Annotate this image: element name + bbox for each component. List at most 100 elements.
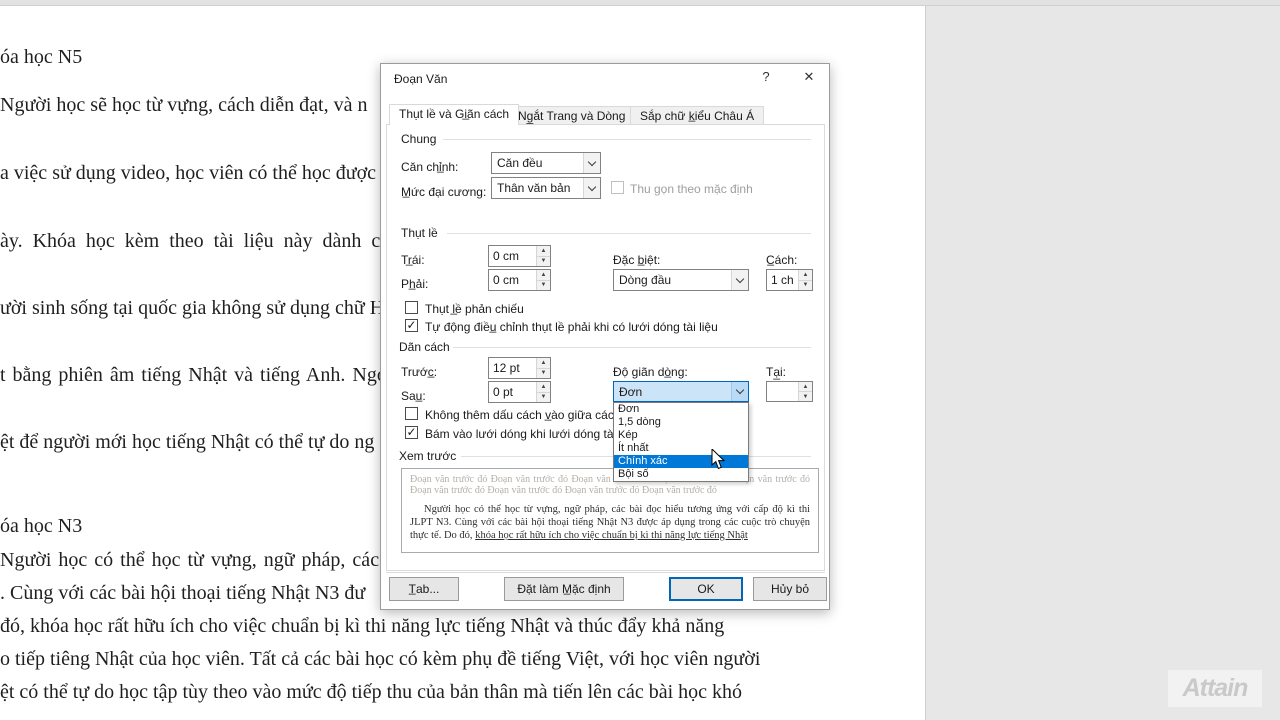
spacing-after-label: Sau̲:	[401, 389, 426, 403]
chevron-down-icon[interactable]	[731, 270, 748, 290]
collapsed-by-default-checkbox	[611, 181, 624, 194]
doc-line: đó, khóa học rất hữu ích cho việc chuẩn …	[0, 615, 724, 638]
group-divider	[443, 139, 811, 140]
outline-level-label: M̲ức đại cương:	[401, 185, 486, 199]
by-label: C̲ách:	[766, 253, 797, 267]
indent-left-label: Tr̲ái:	[401, 253, 425, 267]
spacing-before-spinner[interactable]: 12 pt ▲▼	[488, 357, 551, 379]
spinner-arrows[interactable]: ▲▼	[798, 382, 812, 401]
doc-line: ày. Khóa học kèm theo tài liệu này dành …	[0, 230, 400, 253]
preview-previous-text: Đoạn văn trước đó Đoạn văn trước đó Đoạn…	[410, 474, 810, 496]
chevron-down-icon[interactable]	[583, 153, 600, 173]
auto-adjust-checkbox[interactable]	[405, 319, 418, 332]
chevron-down-icon[interactable]	[731, 382, 748, 401]
mirror-indents-label[interactable]: Thụt l̲ề phản chiếu	[425, 302, 524, 316]
spin-up-icon[interactable]: ▲	[537, 270, 550, 281]
spinner-arrows[interactable]: ▲▼	[536, 270, 550, 290]
spacing-after-spinner[interactable]: 0 pt ▲▼	[488, 381, 551, 403]
screen: óa học N5 Người học sẽ học từ vựng, cách…	[0, 0, 1280, 720]
spacing-before-label: Trước̲:	[401, 365, 437, 379]
spin-up-icon[interactable]: ▲	[537, 382, 550, 393]
doc-line: t bằng phiên âm tiếng Nhật và tiếng Anh.…	[0, 364, 387, 387]
doc-line: óa học N5	[0, 46, 82, 69]
dialog-title: Đoạn Văn	[394, 72, 447, 86]
group-preview-caption: Xem trước	[399, 449, 456, 463]
spin-down-icon[interactable]: ▼	[537, 393, 550, 403]
cancel-button[interactable]: Hủy bỏ	[753, 577, 827, 601]
preview-current-text: Người học có thể học từ vựng, ngữ pháp, …	[410, 503, 810, 542]
doc-line: óa học N3	[0, 515, 82, 538]
doc-line: Người học có thể học từ vựng, ngữ pháp, …	[0, 549, 379, 572]
indent-right-spinner[interactable]: 0 cm ▲▼	[488, 269, 551, 291]
group-divider	[447, 233, 811, 234]
group-indentation-caption: Thụt lề	[401, 226, 438, 240]
snap-to-grid-label[interactable]: Bám vào lưới dóng khi lưới dóng tài l	[425, 427, 622, 441]
outline-level-combobox[interactable]: Thân văn bản	[491, 177, 601, 199]
spin-up-icon[interactable]: ▲	[799, 382, 812, 392]
by-value: 1 ch	[767, 270, 798, 290]
dropdown-option-1-5-dong[interactable]: 1,5 dòng	[614, 416, 748, 429]
doc-line: ệt để người mới học tiếng Nhật có thể tự…	[0, 431, 374, 454]
help-icon[interactable]: ?	[757, 69, 775, 87]
line-spacing-combobox[interactable]: Đơn	[613, 381, 749, 402]
dropdown-option-chinh-xac[interactable]: Chính xác	[614, 455, 748, 468]
spin-down-icon[interactable]: ▼	[537, 281, 550, 291]
indent-left-spinner[interactable]: 0 cm ▲▼	[488, 245, 551, 267]
special-combobox[interactable]: Dòng đầu	[613, 269, 749, 291]
spinner-arrows[interactable]: ▲▼	[536, 382, 550, 402]
tab-indents-spacing[interactable]: Thụt lề và Gi̲ãn cách	[389, 104, 519, 125]
spinner-arrows[interactable]: ▲▼	[536, 246, 550, 266]
spin-up-icon[interactable]: ▲	[537, 358, 550, 369]
indent-right-value: 0 cm	[489, 270, 536, 290]
preview-current-underlined: khóa học rất hữu ích cho việc chuẩn bị k…	[475, 530, 748, 541]
spin-down-icon[interactable]: ▼	[537, 369, 550, 379]
tab-asian-typography[interactable]: Sắp chữ k̲iểu Châu Á	[630, 106, 764, 125]
attain-watermark: Attain	[1168, 670, 1262, 707]
alignment-value: Căn đều	[492, 153, 583, 173]
ok-button[interactable]: OK	[669, 577, 743, 601]
collapsed-by-default-label: Thu gọn theo mặc định	[630, 182, 753, 196]
dropdown-option-kep[interactable]: Kép	[614, 429, 748, 442]
dropdown-option-boi-so[interactable]: Bội số	[614, 468, 748, 481]
spinner-arrows[interactable]: ▲▼	[798, 270, 812, 290]
spin-up-icon[interactable]: ▲	[799, 270, 812, 281]
at-value	[767, 382, 798, 401]
top-strip	[0, 0, 1280, 6]
special-label: Đặc b̲iệt:	[613, 253, 660, 267]
group-general-caption: Chung	[401, 132, 436, 146]
at-spinner[interactable]: ▲▼	[766, 381, 813, 402]
line-spacing-value: Đơn	[614, 382, 731, 401]
spin-up-icon[interactable]: ▲	[537, 246, 550, 257]
close-icon[interactable]: ✕	[800, 69, 818, 87]
tab-line-page-breaks[interactable]: Ng̲ắt Trang và Dòng	[508, 106, 635, 125]
alignment-combobox[interactable]: Căn đều	[491, 152, 601, 174]
auto-adjust-label[interactable]: Tự động điều̲ chỉnh thụt lề phải khi có …	[425, 320, 718, 334]
set-default-button[interactable]: Đặt làm M̲ặc định	[504, 577, 624, 601]
indent-right-label: Ph̲ải:	[401, 277, 428, 291]
indent-left-value: 0 cm	[489, 246, 536, 266]
spacing-before-value: 12 pt	[489, 358, 536, 378]
at-label: Tạ̲i:	[766, 365, 786, 379]
watermark-label: Attain	[1183, 674, 1248, 703]
mirror-indents-checkbox[interactable]	[405, 301, 418, 314]
no-space-between-label[interactable]: Không thêm dấu cách v̲ào giữa các đ	[425, 408, 624, 422]
tabs-button[interactable]: T̲ab...	[389, 577, 459, 601]
line-spacing-label: Độ giãn dò̲ng:	[613, 365, 688, 379]
app-background	[927, 6, 1280, 720]
no-space-between-checkbox[interactable]	[405, 407, 418, 420]
paragraph-dialog: Đoạn Văn ? ✕ Thụt lề và Gi̲ãn cách Ng̲ắt…	[380, 63, 830, 610]
by-spinner[interactable]: 1 ch ▲▼	[766, 269, 813, 291]
chevron-down-icon[interactable]	[583, 178, 600, 198]
doc-line: o tiếp tiêng Nhật của học viên. Tất cả c…	[0, 648, 760, 671]
special-value: Dòng đầu	[614, 270, 731, 290]
dropdown-option-it-nhat[interactable]: Ít nhất	[614, 442, 748, 455]
footer-divider	[386, 572, 825, 573]
snap-to-grid-checkbox[interactable]	[405, 426, 418, 439]
alignment-label: Căn chỉ̲nh:	[401, 160, 458, 174]
spin-down-icon[interactable]: ▼	[799, 392, 812, 401]
spin-down-icon[interactable]: ▼	[537, 257, 550, 267]
spinner-arrows[interactable]: ▲▼	[536, 358, 550, 378]
spin-down-icon[interactable]: ▼	[799, 281, 812, 291]
dropdown-option-don[interactable]: Đơn	[614, 403, 748, 416]
preview-box: Đoạn văn trước đó Đoạn văn trước đó Đoạn…	[401, 468, 819, 553]
